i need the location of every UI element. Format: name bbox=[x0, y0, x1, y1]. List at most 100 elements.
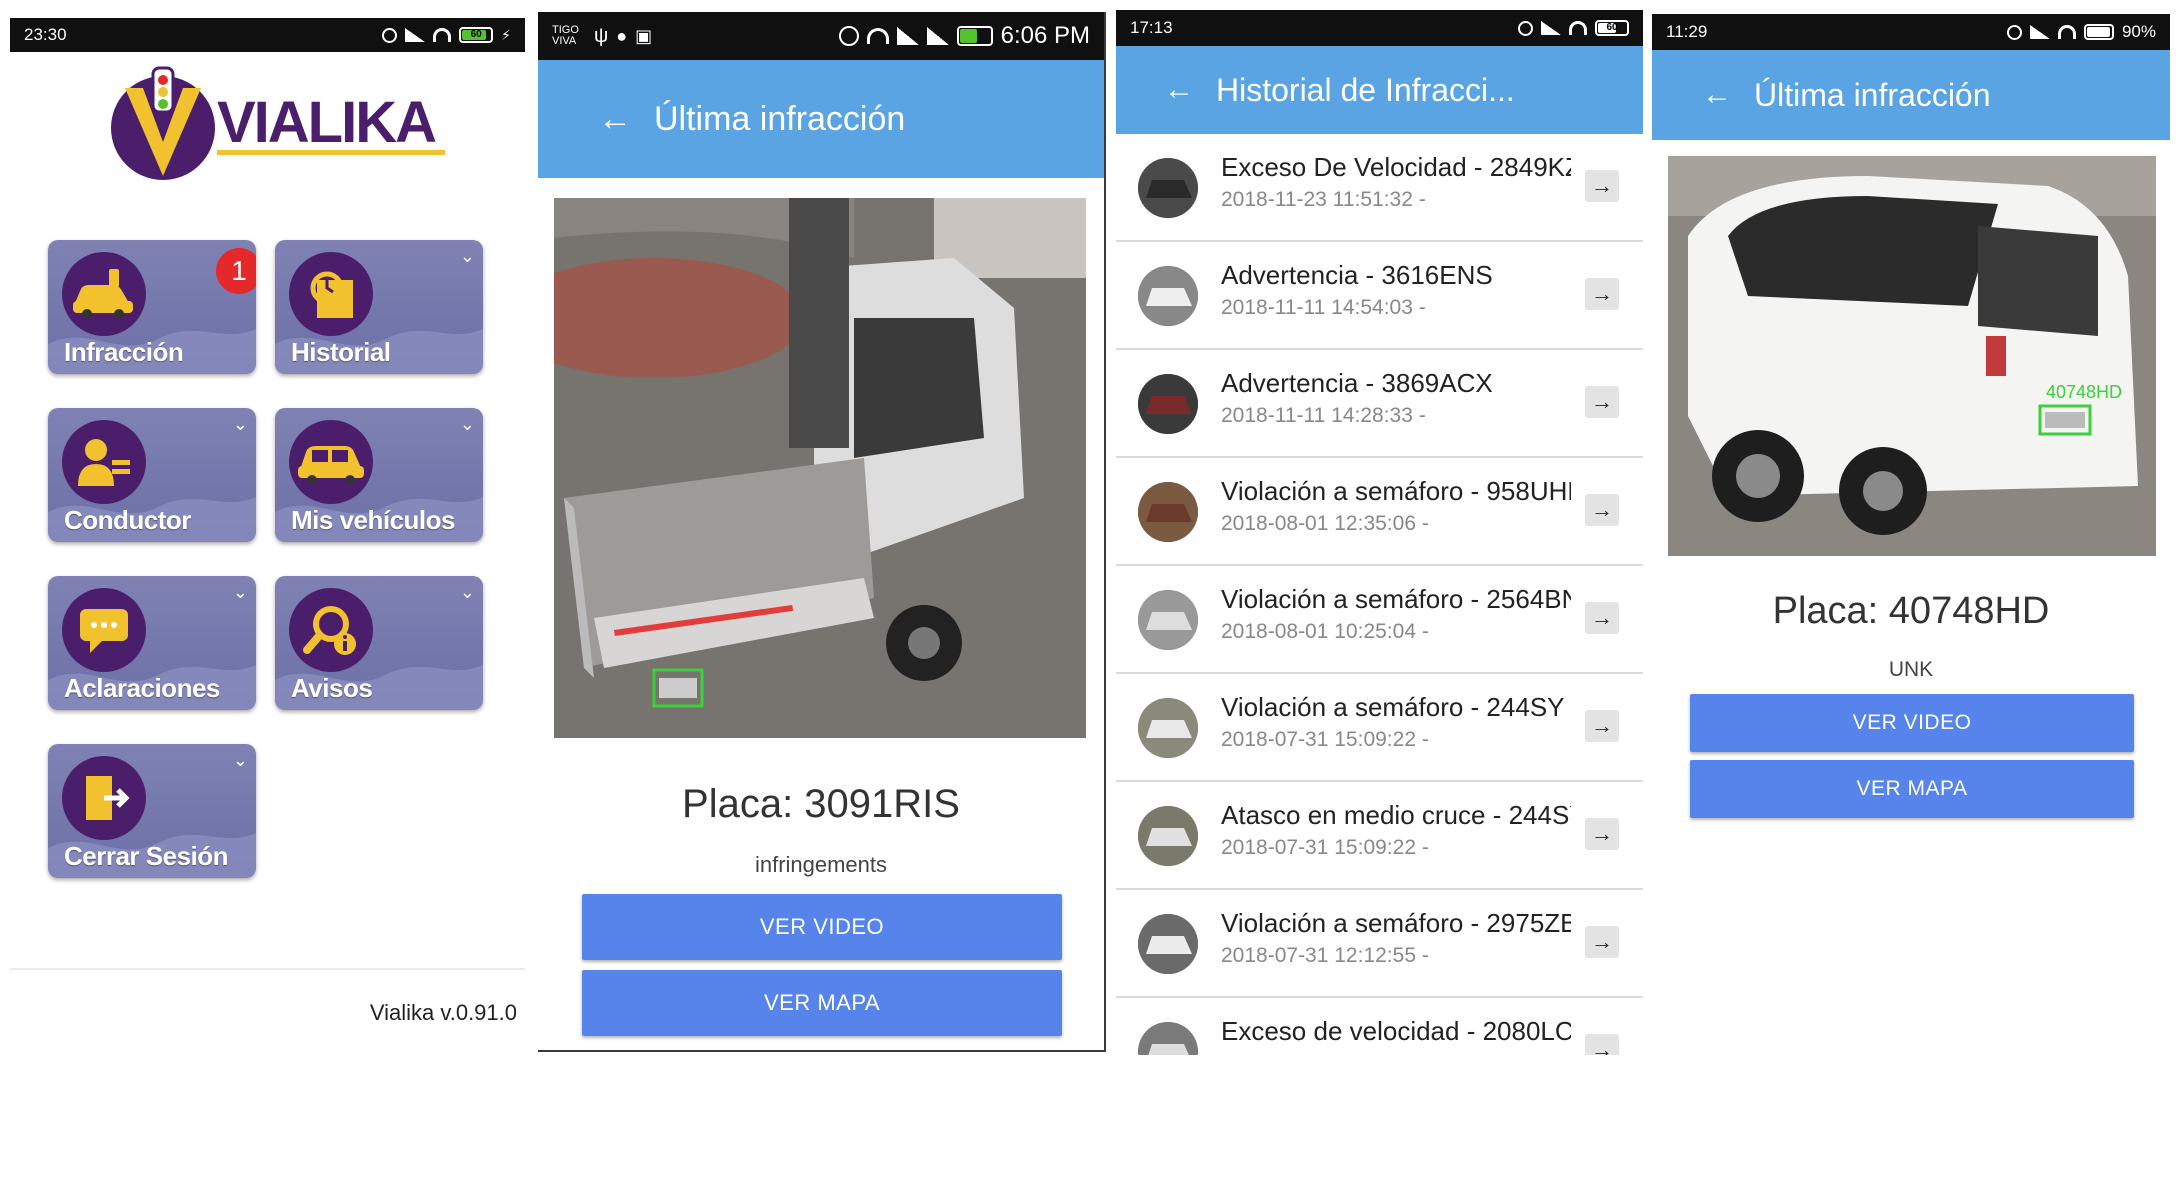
battery-icon: 60 bbox=[459, 27, 494, 43]
chat-icon bbox=[62, 588, 146, 672]
arrow-right-icon[interactable]: → bbox=[1585, 1034, 1619, 1055]
arrow-right-icon[interactable]: → bbox=[1585, 494, 1619, 526]
item-title: Violación a semáforo - 244SY bbox=[1221, 692, 1565, 722]
car-warning-icon bbox=[62, 252, 146, 336]
chevron-down-icon: ⌄ bbox=[232, 414, 248, 434]
signal-icon bbox=[926, 27, 949, 45]
item-date: 2018-08-01 12:35:06 - bbox=[1221, 512, 1429, 535]
arrow-right-icon[interactable]: → bbox=[1585, 926, 1619, 958]
view-map-button[interactable]: VER MAPA bbox=[1690, 760, 2134, 818]
logout-icon bbox=[62, 756, 146, 840]
status-bar: 23:30 60 ⚡ bbox=[10, 18, 525, 52]
list-item[interactable]: Advertencia - 3616ENS 2018-11-11 14:54:0… bbox=[1116, 242, 1643, 350]
last-infraction-screen-2: 11:29 90% ← Última infracción 40748HD Pl… bbox=[1652, 14, 2170, 1024]
vehicle-thumbnail bbox=[1138, 1022, 1198, 1055]
charging-icon: ⚡ bbox=[501, 26, 511, 43]
tile-avisos[interactable]: Avisos ⌄ bbox=[275, 576, 483, 710]
history-icon bbox=[289, 252, 373, 336]
alarm-icon bbox=[1518, 20, 1533, 36]
chevron-down-icon: ⌄ bbox=[232, 750, 248, 770]
tile-label: Avisos bbox=[291, 673, 373, 703]
item-date: 2018-11-11 14:54:03 - bbox=[1221, 296, 1426, 319]
tile-historial[interactable]: Historial ⌄ bbox=[275, 240, 483, 374]
screenshot-collage: 23:30 60 ⚡ VIALIKA Infracción 1 Historia… bbox=[0, 0, 2180, 1180]
list-item[interactable]: Violación a semáforo - 244SY 2018-07-31 … bbox=[1116, 674, 1643, 782]
item-date: 2018-07-31 12:12:55 - bbox=[1221, 944, 1429, 967]
infraction-photo bbox=[554, 198, 1086, 738]
wifi-icon bbox=[433, 28, 452, 42]
signal-icon bbox=[1541, 21, 1561, 35]
vehicle-thumbnail bbox=[1138, 698, 1198, 758]
list-item[interactable]: Exceso De Velocidad - 2849KZ 2018-11-23 … bbox=[1116, 134, 1643, 242]
notification-badge: 1 bbox=[216, 248, 256, 294]
list-item[interactable]: Violación a semáforo - 2564BN 2018-08-01… bbox=[1116, 566, 1643, 674]
status-bar: TIGO VIVA ψ ● ▣ 6:06 PM bbox=[538, 12, 1104, 60]
vehicle-thumbnail bbox=[1138, 158, 1198, 218]
item-title: Exceso De Velocidad - 2849KZ bbox=[1221, 152, 1571, 182]
infraction-photo: 40748HD bbox=[1668, 156, 2156, 556]
back-arrow-icon[interactable]: ← bbox=[1164, 75, 1194, 105]
status-time: 17:13 bbox=[1130, 18, 1173, 37]
list-item[interactable]: Atasco en medio cruce - 244SY 2018-07-31… bbox=[1116, 782, 1643, 890]
list-item[interactable]: Violación a semáforo - 2975ZB 2018-07-31… bbox=[1116, 890, 1643, 998]
signal-icon bbox=[405, 28, 426, 42]
back-arrow-icon[interactable]: ← bbox=[598, 102, 632, 136]
list-item[interactable]: Advertencia - 3869ACX 2018-11-11 14:28:3… bbox=[1116, 350, 1643, 458]
view-map-button[interactable]: VER MAPA bbox=[582, 970, 1062, 1036]
alarm-icon bbox=[838, 26, 859, 46]
view-video-button[interactable]: VER VIDEO bbox=[1690, 694, 2134, 752]
app-version: Vialika v.0.91.0 bbox=[369, 1000, 517, 1025]
item-date: 2018-07-31 15:09:22 - bbox=[1221, 836, 1429, 859]
status-bar: 11:29 90% bbox=[1652, 14, 2170, 50]
alarm-icon bbox=[2006, 24, 2022, 40]
view-video-button[interactable]: VER VIDEO bbox=[582, 894, 1062, 960]
tile-label: Historial bbox=[291, 337, 391, 367]
tile-cerrar-sesion[interactable]: Cerrar Sesión ⌄ bbox=[48, 744, 256, 878]
arrow-right-icon[interactable]: → bbox=[1585, 170, 1619, 202]
wifi-icon bbox=[866, 28, 889, 44]
carrier-name: TIGO VIVA bbox=[552, 24, 579, 47]
vehicle-thumbnail bbox=[1138, 374, 1198, 434]
infraction-type: infringements bbox=[754, 852, 888, 877]
vehicle-thumbnail bbox=[1138, 806, 1198, 866]
status-time: 6:06 PM bbox=[1000, 22, 1090, 49]
tile-label: Cerrar Sesión bbox=[64, 841, 229, 871]
item-title: Violación a semáforo - 2975ZB bbox=[1221, 908, 1571, 938]
arrow-right-icon[interactable]: → bbox=[1585, 818, 1619, 850]
location-icon: ● bbox=[616, 25, 628, 46]
screen-title: Última infracción bbox=[654, 99, 906, 138]
list-item[interactable]: Violación a semáforo - 958UHB 2018-08-01… bbox=[1116, 458, 1643, 566]
driver-icon bbox=[62, 420, 146, 504]
tile-conductor[interactable]: Conductor ⌄ bbox=[48, 408, 256, 542]
search-info-icon bbox=[289, 588, 373, 672]
arrow-right-icon[interactable]: → bbox=[1585, 278, 1619, 310]
arrow-right-icon[interactable]: → bbox=[1585, 386, 1619, 418]
back-arrow-icon[interactable]: ← bbox=[1702, 80, 1732, 110]
chevron-down-icon: ⌄ bbox=[459, 582, 475, 602]
tile-mis-vehiculos[interactable]: Mis vehículos ⌄ bbox=[275, 408, 483, 542]
list-item[interactable]: Exceso de velocidad - 2080LC → bbox=[1116, 998, 1643, 1055]
media-icon: ▣ bbox=[635, 25, 653, 46]
item-date: 2018-11-23 11:51:32 - bbox=[1221, 188, 1426, 211]
status-bar: 17:13 60 bbox=[1116, 10, 1643, 46]
usb-icon: ψ bbox=[594, 24, 609, 47]
alarm-icon bbox=[382, 27, 398, 43]
tile-label: Conductor bbox=[64, 505, 191, 535]
tile-infraccion[interactable]: Infracción 1 bbox=[48, 240, 256, 374]
vehicle-thumbnail bbox=[1138, 590, 1198, 650]
tile-label: Aclaraciones bbox=[64, 673, 220, 703]
item-title: Violación a semáforo - 958UHB bbox=[1221, 476, 1571, 506]
tile-label: Mis vehículos bbox=[291, 505, 456, 535]
vehicle-thumbnail bbox=[1138, 914, 1198, 974]
battery-icon bbox=[2083, 24, 2114, 40]
vehicle-icon bbox=[289, 420, 373, 504]
history-screen: 17:13 60 ← Historial de Infracci... Exce… bbox=[1116, 10, 1643, 1055]
chevron-down-icon: ⌄ bbox=[459, 246, 475, 266]
tile-aclaraciones[interactable]: Aclaraciones ⌄ bbox=[48, 576, 256, 710]
screen-title: Última infracción bbox=[1754, 76, 1991, 113]
last-infraction-screen: TIGO VIVA ψ ● ▣ 6:06 PM ← Última infracc… bbox=[538, 12, 1106, 1052]
arrow-right-icon[interactable]: → bbox=[1585, 710, 1619, 742]
battery-icon bbox=[956, 26, 993, 46]
vehicle-thumbnail bbox=[1138, 266, 1198, 326]
arrow-right-icon[interactable]: → bbox=[1585, 602, 1619, 634]
